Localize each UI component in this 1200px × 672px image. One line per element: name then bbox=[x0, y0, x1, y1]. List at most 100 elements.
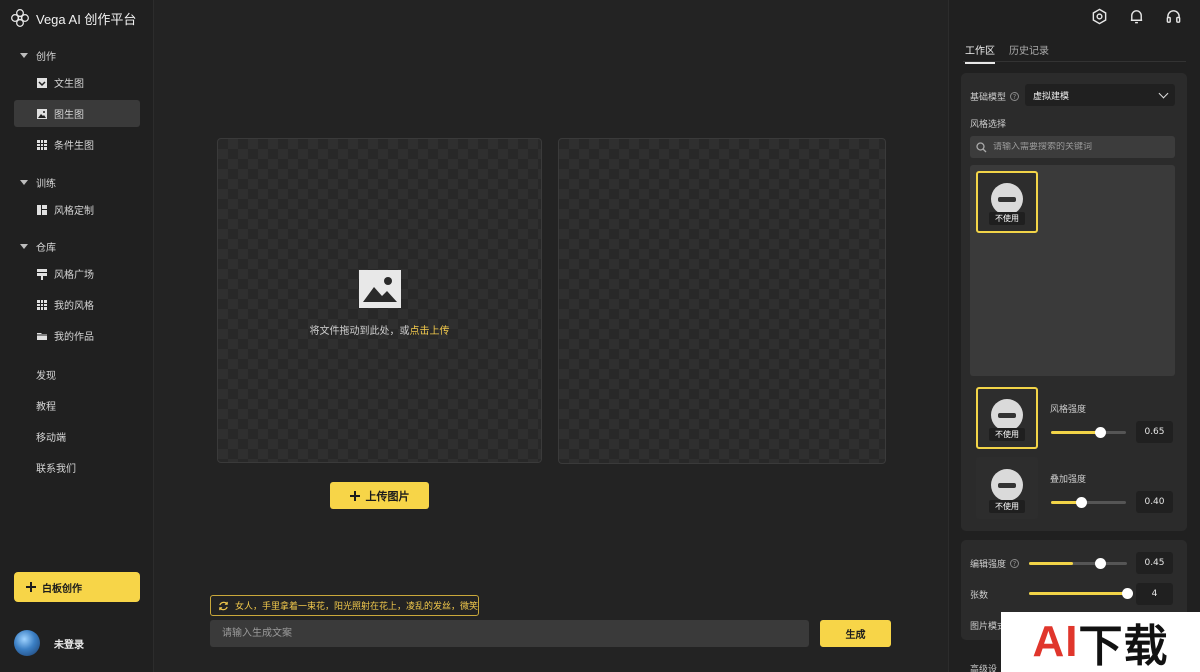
dropzone-content: 将文件拖动到此处，或点击上传 bbox=[218, 270, 541, 337]
edit-strength-value[interactable]: 0.45 bbox=[1136, 552, 1173, 574]
slider-track bbox=[1051, 426, 1126, 438]
sidebar-item-label: 文生图 bbox=[54, 79, 84, 90]
no-entry-icon bbox=[991, 469, 1023, 501]
help-icon[interactable]: ? bbox=[1010, 92, 1020, 101]
sidebar-item-label: 条件生图 bbox=[54, 141, 94, 152]
app-root: Vega AI 创作平台 创作 文生图 图生图 条件生图 训练 风格定制 仓库 … bbox=[0, 0, 1200, 672]
upload-image-button[interactable]: 上传图片 bbox=[330, 482, 429, 509]
user-name: 未登录 bbox=[54, 639, 84, 651]
unused-caption: 不使用 bbox=[989, 428, 1025, 441]
sidebar-item-style-plaza[interactable]: 风格广场 bbox=[14, 260, 140, 287]
caret-down-icon bbox=[20, 243, 28, 249]
base-model-select[interactable]: 虚拟建模 bbox=[1025, 84, 1175, 106]
search-icon bbox=[976, 141, 987, 152]
sidebar-item-label: 我的作品 bbox=[54, 332, 94, 343]
dropzone-text: 将文件拖动到此处，或点击上传 bbox=[310, 322, 450, 337]
base-model-text: 基础模型 bbox=[970, 93, 1007, 103]
image-icon bbox=[37, 108, 47, 119]
style-select-label: 风格选择 bbox=[970, 120, 1007, 130]
refresh-icon[interactable] bbox=[218, 600, 229, 612]
slider-track bbox=[1051, 496, 1126, 508]
sidebar-link-tutorial[interactable]: 教程 bbox=[36, 398, 56, 413]
drop-hint: 将文件拖动到此处，或 bbox=[309, 326, 410, 337]
slider-knob[interactable] bbox=[1094, 557, 1106, 569]
signpost-icon bbox=[37, 268, 47, 280]
section-repo[interactable]: 仓库 bbox=[20, 238, 56, 254]
section-train[interactable]: 训练 bbox=[20, 174, 56, 190]
sidebar-item-my-style[interactable]: 我的风格 bbox=[14, 291, 140, 318]
chevron-down-icon bbox=[1158, 88, 1169, 98]
watermark-part2: 下载 bbox=[1078, 622, 1169, 671]
slider-fill bbox=[1029, 561, 1074, 565]
sidebar-item-label: 图生图 bbox=[54, 110, 84, 121]
result-canvas bbox=[558, 138, 886, 464]
overlay-strength-value[interactable]: 0.40 bbox=[1136, 491, 1173, 513]
text-image-icon bbox=[37, 77, 47, 88]
grid-icon bbox=[37, 139, 47, 150]
slider-track bbox=[1029, 557, 1127, 569]
sidebar-item-text-to-image[interactable]: 文生图 bbox=[14, 69, 140, 96]
bell-icon[interactable] bbox=[1128, 8, 1145, 25]
section-label: 创作 bbox=[36, 51, 56, 63]
prompt-suggestion[interactable]: 女人，手里拿着一束花，阳光照射在花上，凌乱的发丝，微笑 bbox=[210, 595, 479, 616]
count-slider[interactable] bbox=[1029, 586, 1133, 600]
overlay-strength-thumb[interactable]: 不使用 bbox=[976, 457, 1038, 519]
count-label: 张数 bbox=[970, 591, 989, 601]
avatar bbox=[14, 630, 40, 656]
style-strength-label: 风格强度 bbox=[1050, 405, 1087, 415]
help-icon[interactable]: ? bbox=[1010, 559, 1020, 568]
brand[interactable]: Vega AI 创作平台 bbox=[10, 7, 136, 29]
logo-icon bbox=[11, 9, 29, 27]
caret-down-icon bbox=[20, 52, 28, 58]
click-upload-link[interactable]: 点击上传 bbox=[410, 326, 450, 337]
sidebar-item-image-to-image[interactable]: 图生图 bbox=[14, 100, 140, 127]
search-input[interactable] bbox=[993, 142, 1173, 152]
no-entry-icon bbox=[991, 399, 1023, 431]
style-strength-value[interactable]: 0.65 bbox=[1136, 421, 1173, 443]
image-placeholder-icon bbox=[358, 270, 401, 308]
edit-strength-text: 编辑强度 bbox=[970, 560, 1007, 570]
sidebar-item-conditional[interactable]: 条件生图 bbox=[14, 131, 140, 158]
slider-track bbox=[1029, 587, 1133, 599]
settings-hex-icon[interactable] bbox=[1091, 8, 1108, 25]
slider-knob[interactable] bbox=[1076, 496, 1087, 508]
section-create[interactable]: 创作 bbox=[20, 47, 56, 63]
suggestion-text: 女人，手里拿着一束花，阳光照射在花上，凌乱的发丝，微笑 bbox=[234, 602, 478, 612]
count-value[interactable]: 4 bbox=[1136, 583, 1173, 605]
no-entry-icon bbox=[991, 183, 1023, 215]
plus-icon bbox=[26, 582, 36, 592]
style-strength-thumb[interactable]: 不使用 bbox=[976, 387, 1038, 449]
prompt-input[interactable] bbox=[210, 620, 809, 647]
sidebar-link-contact[interactable]: 联系我们 bbox=[36, 460, 76, 475]
sidebar-link-mobile[interactable]: 移动端 bbox=[36, 429, 66, 444]
section-label: 训练 bbox=[36, 178, 56, 190]
advanced-settings-label[interactable]: 高级设 bbox=[970, 662, 997, 672]
slider-knob[interactable] bbox=[1122, 587, 1133, 599]
overlay-strength-slider[interactable] bbox=[1051, 495, 1126, 509]
section-label: 仓库 bbox=[36, 242, 56, 254]
watermark-part1: AI bbox=[1032, 617, 1079, 666]
style-strength-slider[interactable] bbox=[1051, 425, 1126, 439]
grid-icon bbox=[37, 299, 47, 310]
edit-strength-slider[interactable] bbox=[1029, 556, 1127, 570]
top-icons bbox=[1091, 8, 1182, 25]
style-search[interactable] bbox=[970, 136, 1175, 158]
app-title: Vega AI 创作平台 bbox=[36, 11, 137, 27]
user-profile[interactable]: 未登录 bbox=[14, 630, 84, 656]
sidebar-item-style-custom[interactable]: 风格定制 bbox=[14, 196, 140, 223]
upload-dropzone[interactable]: 将文件拖动到此处，或点击上传 bbox=[217, 138, 542, 463]
sidebar-item-label: 风格广场 bbox=[54, 270, 94, 281]
whiteboard-button[interactable]: 白板创作 bbox=[14, 572, 140, 602]
base-model-value: 虚拟建模 bbox=[1033, 91, 1070, 102]
slider-knob[interactable] bbox=[1094, 426, 1106, 438]
overlay-strength-label: 叠加强度 bbox=[1050, 475, 1087, 485]
folder-icon bbox=[37, 332, 47, 340]
sidebar-link-discover[interactable]: 发现 bbox=[36, 367, 56, 382]
slider-fill bbox=[1051, 430, 1100, 434]
generate-button[interactable]: 生成 bbox=[820, 620, 891, 647]
unused-caption: 不使用 bbox=[989, 500, 1025, 513]
style-option-unused[interactable]: 不使用 bbox=[976, 171, 1038, 233]
headset-icon[interactable] bbox=[1165, 8, 1182, 25]
caret-down-icon bbox=[20, 179, 28, 185]
sidebar-item-my-works[interactable]: 我的作品 bbox=[14, 322, 140, 349]
